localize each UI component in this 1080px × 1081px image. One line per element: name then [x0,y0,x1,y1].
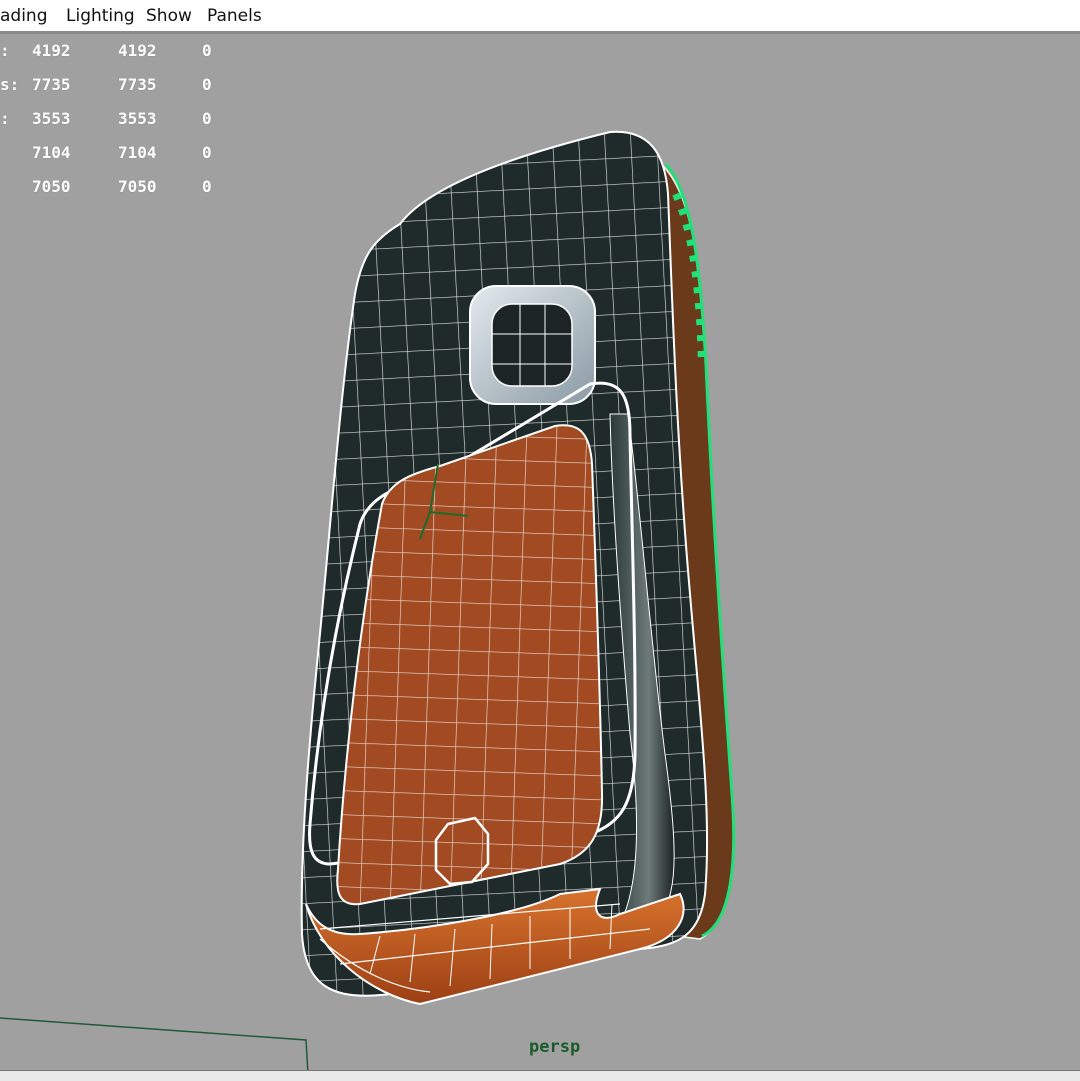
camera-label: persp [529,1037,581,1057]
hud-value: 7050 [32,177,71,196]
bottom-status-strip [0,1070,1080,1081]
menu-show[interactable]: Show [146,6,192,26]
hud-value: 0 [202,109,212,128]
hud-value: 7104 [118,143,157,162]
phone-model-wireframe[interactable] [0,34,1080,1074]
hud-labels: : s: : [0,34,19,136]
hud-value: 7104 [32,143,71,162]
menu-shading[interactable]: ading [0,6,48,26]
hud-label: : [0,109,10,128]
hud-label: s: [0,75,20,94]
hud-value: 7735 [118,75,157,94]
ground-grid-line [0,1017,309,1074]
hud-value: 4192 [32,41,71,60]
menu-panels[interactable]: Panels [207,6,262,26]
hud-value: 3553 [118,109,157,128]
perspective-viewport[interactable]: : s: : 4192 7735 3553 7104 7050 4192 773… [0,34,1080,1074]
hud-col-2: 4192 7735 3553 7104 7050 [118,34,157,204]
viewport-menubar: ading Lighting Show Panels [0,0,1080,34]
hud-value: 7735 [32,75,71,94]
hud-col-3: 0 0 0 0 0 [202,34,212,204]
hud-value: 0 [202,143,212,162]
camera-lens [469,285,596,405]
hud-value: 0 [202,177,212,196]
hud-value: 0 [202,75,212,94]
hud-value: 7050 [118,177,157,196]
menu-lighting[interactable]: Lighting [66,6,135,26]
hud-col-1: 4192 7735 3553 7104 7050 [32,34,71,204]
hud-value: 3553 [32,109,71,128]
hud-value: 0 [202,41,212,60]
hud-value: 4192 [118,41,157,60]
hud-label: : [0,41,10,60]
